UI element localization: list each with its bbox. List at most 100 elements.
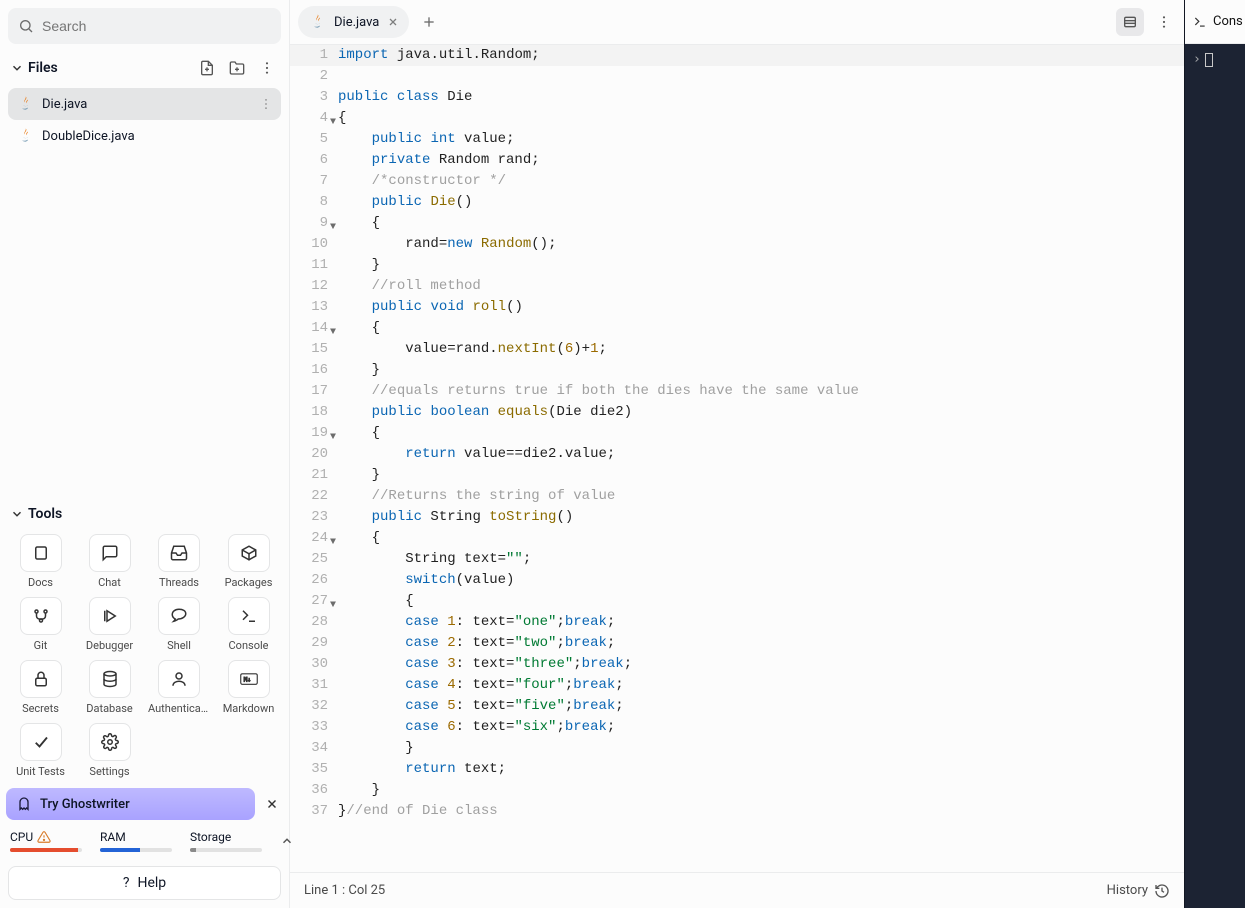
line-number: 20 [290, 444, 334, 465]
code-line[interactable]: 26 switch(value) [290, 570, 1184, 591]
code-line[interactable]: 14▼ { [290, 318, 1184, 339]
code-line[interactable]: 30 case 3: text="three";break; [290, 654, 1184, 675]
line-number: 12 [290, 276, 334, 297]
help-icon: ? [123, 875, 130, 891]
files-more-icon[interactable] [255, 56, 279, 80]
history-button[interactable]: History [1107, 883, 1170, 899]
line-number: 34 [290, 738, 334, 759]
console-cursor [1205, 53, 1213, 67]
tool-label: Packages [225, 576, 273, 589]
ghost-icon [16, 796, 32, 812]
console-header[interactable]: Cons [1185, 0, 1245, 44]
code-line[interactable]: 13 public void roll() [290, 297, 1184, 318]
tool-chat[interactable]: Chat [79, 534, 140, 589]
help-button[interactable]: ? Help [8, 866, 281, 900]
chevron-down-icon[interactable] [10, 61, 24, 75]
tab-close-icon[interactable] [387, 16, 399, 28]
code-content: { [334, 528, 380, 549]
code-content: //roll method [334, 276, 481, 297]
code-line[interactable]: 25 String text=""; [290, 549, 1184, 570]
resource-metrics: CPU RAM Storage [0, 826, 289, 860]
code-content: public void roll() [334, 297, 523, 318]
tool-secrets[interactable]: Secrets [10, 660, 71, 715]
code-line[interactable]: 28 case 1: text="one";break; [290, 612, 1184, 633]
code-line[interactable]: 2 [290, 66, 1184, 87]
console-body[interactable]: › [1185, 44, 1245, 908]
code-line[interactable]: 27▼ { [290, 591, 1184, 612]
code-line[interactable]: 22 //Returns the string of value [290, 486, 1184, 507]
history-label: History [1107, 883, 1148, 898]
search-box[interactable] [8, 8, 281, 44]
java-file-icon [16, 127, 34, 145]
code-line[interactable]: 4▼{ [290, 108, 1184, 129]
line-number: 27▼ [290, 591, 334, 612]
tool-console[interactable]: Console [218, 597, 279, 652]
code-content: //Returns the string of value [334, 486, 615, 507]
search-input[interactable] [42, 18, 271, 34]
tools-header[interactable]: Tools [0, 498, 289, 530]
new-tab-icon[interactable] [417, 10, 441, 34]
code-line[interactable]: 34 } [290, 738, 1184, 759]
code-content: public int value; [334, 129, 514, 150]
line-number: 36 [290, 780, 334, 801]
ghostwriter-button[interactable]: Try Ghostwriter [6, 788, 255, 820]
code-line[interactable]: 15 value=rand.nextInt(6)+1; [290, 339, 1184, 360]
code-content: case 1: text="one";break; [334, 612, 615, 633]
tool-label: Chat [98, 576, 121, 589]
code-line[interactable]: 1import java.util.Random; [290, 45, 1184, 66]
code-line[interactable]: 6 private Random rand; [290, 150, 1184, 171]
line-number: 37 [290, 801, 334, 822]
code-line[interactable]: 29 case 2: text="two";break; [290, 633, 1184, 654]
code-line[interactable]: 7 /*constructor */ [290, 171, 1184, 192]
code-line[interactable]: 18 public boolean equals(Die die2) [290, 402, 1184, 423]
tool-debugger[interactable]: Debugger [79, 597, 140, 652]
file-row[interactable]: DoubleDice.java [8, 120, 281, 152]
code-line[interactable]: 19▼ { [290, 423, 1184, 444]
code-line[interactable]: 11 } [290, 255, 1184, 276]
code-line[interactable]: 35 return text; [290, 759, 1184, 780]
tool-database[interactable]: Database [79, 660, 140, 715]
code-line[interactable]: 37}//end of Die class [290, 801, 1184, 822]
code-line[interactable]: 33 case 6: text="six";break; [290, 717, 1184, 738]
tool-git[interactable]: Git [10, 597, 71, 652]
code-line[interactable]: 23 public String toString() [290, 507, 1184, 528]
code-line[interactable]: 16 } [290, 360, 1184, 381]
code-line[interactable]: 8 public Die() [290, 192, 1184, 213]
code-line[interactable]: 36 } [290, 780, 1184, 801]
line-number: 8 [290, 192, 334, 213]
code-editor[interactable]: 1import java.util.Random;23public class … [290, 44, 1184, 872]
line-number: 4▼ [290, 108, 334, 129]
new-folder-icon[interactable] [225, 56, 249, 80]
code-line[interactable]: 24▼ { [290, 528, 1184, 549]
code-line[interactable]: 10 rand=new Random(); [290, 234, 1184, 255]
tool-authenticat-[interactable]: Authenticat... [148, 660, 210, 715]
editor-more-icon[interactable] [1152, 10, 1176, 34]
code-line[interactable]: 17 //equals returns true if both the die… [290, 381, 1184, 402]
line-number: 22 [290, 486, 334, 507]
ghostwriter-close-icon[interactable] [261, 793, 283, 815]
code-line[interactable]: 9▼ { [290, 213, 1184, 234]
tool-shell[interactable]: Shell [148, 597, 210, 652]
line-number: 6 [290, 150, 334, 171]
tool-threads[interactable]: Threads [148, 534, 210, 589]
tool-docs[interactable]: Docs [10, 534, 71, 589]
tool-settings[interactable]: Settings [79, 723, 140, 778]
tool-unit-tests[interactable]: Unit Tests [10, 723, 71, 778]
layout-icon[interactable] [1116, 8, 1144, 36]
code-line[interactable]: 21 } [290, 465, 1184, 486]
code-line[interactable]: 5 public int value; [290, 129, 1184, 150]
code-line[interactable]: 31 case 4: text="four";break; [290, 675, 1184, 696]
tab-die-java[interactable]: Die.java [298, 6, 409, 38]
file-row[interactable]: Die.java [8, 88, 281, 120]
tool-packages[interactable]: Packages [218, 534, 279, 589]
code-line[interactable]: 3public class Die [290, 87, 1184, 108]
new-file-icon[interactable] [195, 56, 219, 80]
file-name: DoubleDice.java [42, 129, 135, 144]
code-line[interactable]: 12 //roll method [290, 276, 1184, 297]
tool-markdown[interactable]: M↓Markdown [218, 660, 279, 715]
code-line[interactable]: 32 case 5: text="five";break; [290, 696, 1184, 717]
line-number: 31 [290, 675, 334, 696]
file-more-icon[interactable] [259, 97, 273, 111]
code-line[interactable]: 20 return value==die2.value; [290, 444, 1184, 465]
sidebar: Files Die.javaDoubleDice.java Tools Docs… [0, 0, 290, 908]
